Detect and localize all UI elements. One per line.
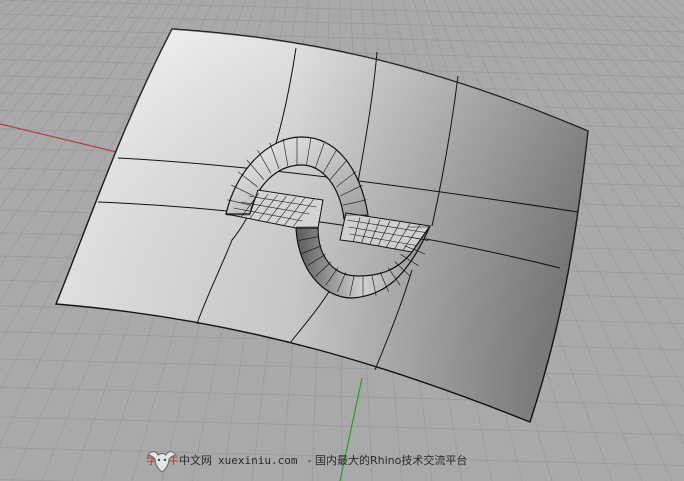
grid-line	[602, 0, 684, 81]
grid-line	[665, 0, 684, 16]
grid-line	[0, 0, 47, 42]
grid-line	[0, 0, 26, 22]
grid-line	[581, 0, 684, 111]
grid-line	[0, 13, 684, 33]
grid-line	[633, 0, 684, 45]
grid-line	[0, 0, 68, 65]
viewport-canvas[interactable]	[0, 0, 684, 481]
grid-line	[612, 0, 684, 68]
watermark: 学犀牛中文网 xuexiniu.com - 国内最大的Rhino技术交流平台	[146, 446, 467, 476]
grid-line	[591, 0, 684, 95]
watermark-domain: xuexiniu.com	[218, 454, 298, 467]
grid-line	[675, 0, 684, 7]
grid-line	[623, 0, 684, 56]
grid-line	[0, 0, 15, 13]
watermark-brand-suffix: 中文网	[179, 454, 212, 467]
watermark-tagline: - 国内最大的Rhino技术交流平台	[307, 454, 468, 467]
bull-head-logo-icon	[146, 451, 178, 473]
perspective-viewport[interactable]: 学犀牛中文网 xuexiniu.com - 国内最大的Rhino技术交流平台	[0, 0, 684, 481]
grid-line	[0, 0, 78, 78]
grid-line	[0, 358, 684, 378]
grid-line	[654, 0, 684, 25]
grid-line	[0, 28, 684, 47]
grid-line	[644, 0, 684, 35]
grid-line	[570, 0, 684, 127]
grid-line	[0, 0, 684, 19]
curved-surface[interactable]	[54, 28, 589, 423]
grid-line	[0, 0, 5, 4]
grid-line	[0, 0, 57, 53]
